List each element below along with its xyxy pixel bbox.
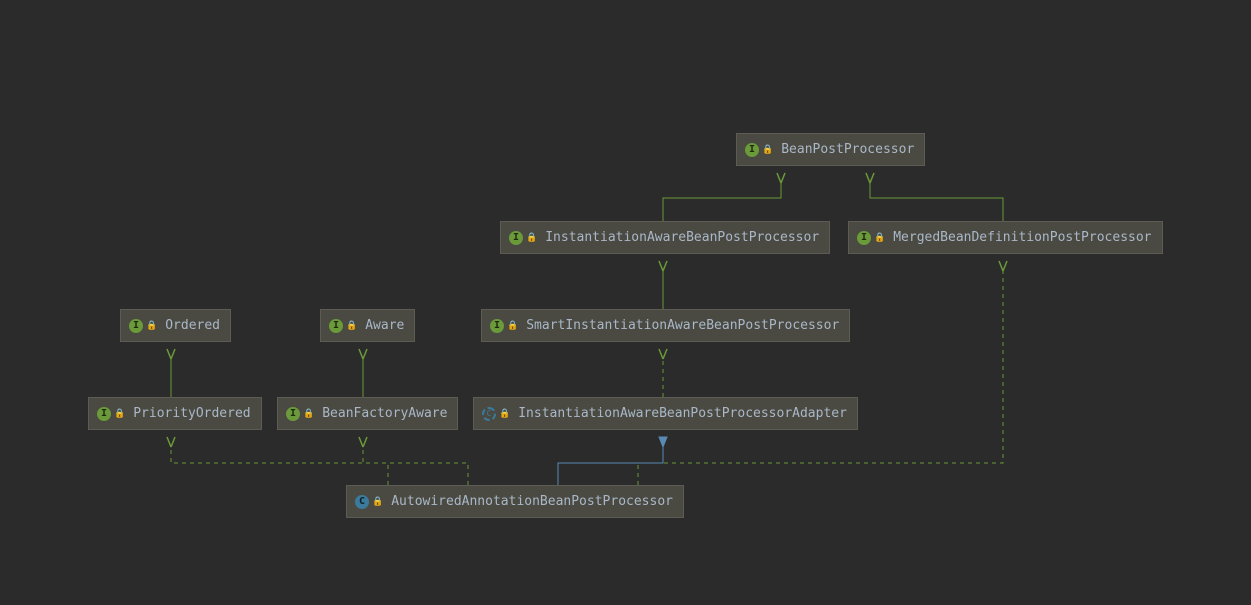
node-instantiation-aware-bpp-adapter[interactable]: C🔒 InstantiationAwareBeanPostProcessorAd… <box>473 397 858 430</box>
interface-icon: I🔒 <box>329 319 357 333</box>
node-label: AutowiredAnnotationBeanPostProcessor <box>391 494 673 509</box>
node-label: Aware <box>365 318 404 333</box>
node-priority-ordered[interactable]: I🔒 PriorityOrdered <box>88 397 262 430</box>
node-bean-post-processor[interactable]: I🔒 BeanPostProcessor <box>736 133 925 166</box>
diagram-canvas: I🔒 BeanPostProcessor I🔒 InstantiationAwa… <box>0 0 1251 605</box>
node-label: PriorityOrdered <box>133 406 250 421</box>
interface-icon: I🔒 <box>509 231 537 245</box>
node-instantiation-aware-bpp[interactable]: I🔒 InstantiationAwareBeanPostProcessor <box>500 221 830 254</box>
interface-icon: I🔒 <box>286 407 314 421</box>
node-label: BeanFactoryAware <box>322 406 447 421</box>
node-label: Ordered <box>165 318 220 333</box>
node-ordered[interactable]: I🔒 Ordered <box>120 309 231 342</box>
node-bean-factory-aware[interactable]: I🔒 BeanFactoryAware <box>277 397 458 430</box>
node-label: SmartInstantiationAwareBeanPostProcessor <box>526 318 839 333</box>
node-merged-bean-definition-pp[interactable]: I🔒 MergedBeanDefinitionPostProcessor <box>848 221 1163 254</box>
node-aware[interactable]: I🔒 Aware <box>320 309 415 342</box>
abstract-class-icon: C🔒 <box>482 407 510 421</box>
interface-icon: I🔒 <box>97 407 125 421</box>
node-autowired-annotation-bpp[interactable]: C🔒 AutowiredAnnotationBeanPostProcessor <box>346 485 684 518</box>
node-label: InstantiationAwareBeanPostProcessorAdapt… <box>518 406 847 421</box>
interface-icon: I🔒 <box>745 143 773 157</box>
node-label: InstantiationAwareBeanPostProcessor <box>545 230 819 245</box>
interface-icon: I🔒 <box>490 319 518 333</box>
interface-icon: I🔒 <box>129 319 157 333</box>
node-smart-instantiation-aware-bpp[interactable]: I🔒 SmartInstantiationAwareBeanPostProces… <box>481 309 850 342</box>
node-label: MergedBeanDefinitionPostProcessor <box>893 230 1151 245</box>
node-label: BeanPostProcessor <box>781 142 914 157</box>
interface-icon: I🔒 <box>857 231 885 245</box>
class-icon: C🔒 <box>355 495 383 509</box>
